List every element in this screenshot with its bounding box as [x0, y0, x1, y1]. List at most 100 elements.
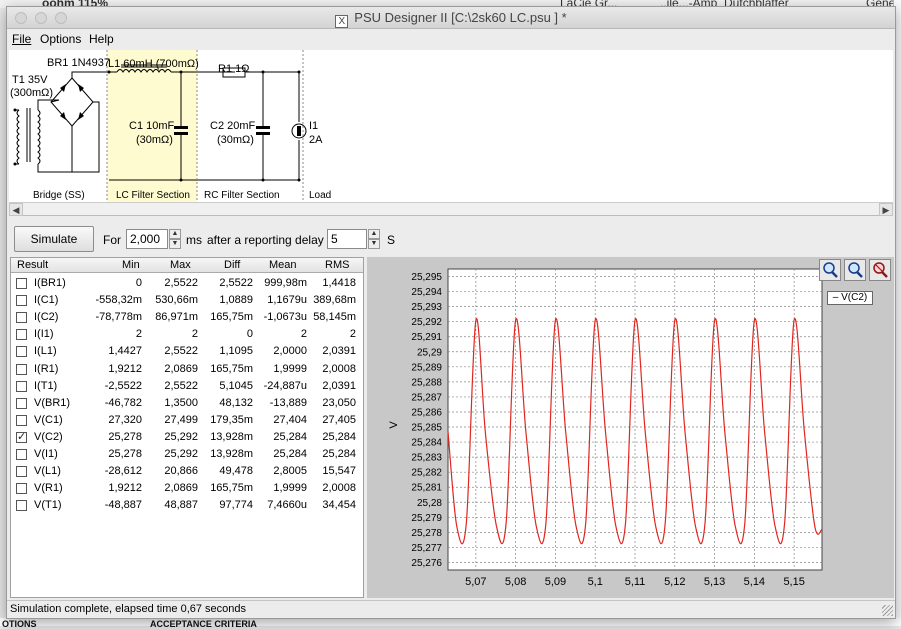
result-name: I(BR1): [34, 277, 66, 289]
menu-options[interactable]: Options: [40, 32, 81, 46]
table-row[interactable]: ✓ V(C2) 25,278 25,292 13,928m 25,284 25,284: [11, 429, 363, 446]
app-window: X PSU Designer II [C:\2sk60 LC.psu ] * Fi…: [6, 6, 896, 619]
result-checkbox[interactable]: [16, 500, 27, 512]
scroll-left-arrow-icon[interactable]: ◀: [9, 203, 23, 216]
table-row[interactable]: I(R1) 1,9212 2,0869 165,75m 1,9999 2,0008: [11, 361, 363, 378]
result-diff: 48,132: [219, 396, 253, 409]
table-row[interactable]: I(T1) -2,5522 2,5522 5,1045 -24,887u 2,0391: [11, 378, 363, 395]
table-row[interactable]: V(I1) 25,278 25,292 13,928m 25,284 25,284: [11, 446, 363, 463]
col-header-max[interactable]: Max: [170, 259, 191, 271]
table-row[interactable]: V(R1) 1,9212 2,0869 165,75m 1,9999 2,0008: [11, 480, 363, 497]
result-mean: 25,284: [273, 448, 307, 460]
results-header: Result Min Max Diff Mean RMS: [11, 258, 363, 273]
result-checkbox[interactable]: [16, 363, 27, 375]
background-bottom: OTIONS ACCEPTANCE CRITERIA: [0, 618, 901, 629]
duration-spinner[interactable]: ▲ ▼: [169, 229, 181, 249]
result-diff: 0: [246, 328, 253, 341]
seconds-label: S: [387, 233, 396, 247]
i1-value: 2A: [309, 134, 323, 146]
col-header-result[interactable]: Result: [17, 259, 48, 271]
result-min: -2,5522: [104, 379, 142, 392]
col-header-rms[interactable]: RMS: [325, 259, 349, 271]
table-row[interactable]: V(L1) -28,612 20,866 49,478 2,8005 15,547: [11, 463, 363, 480]
spin-down-icon[interactable]: ▼: [169, 239, 181, 249]
x-tick-label: 5,13: [704, 576, 725, 588]
result-max: 1,3500: [164, 396, 198, 409]
result-checkbox[interactable]: [16, 346, 27, 358]
menu-bar: File Options Help: [7, 30, 895, 48]
result-max: 2,5522: [164, 379, 198, 392]
table-row[interactable]: I(BR1) 0 2,5522 2,5522 999,98m 1,4418: [11, 275, 363, 292]
zoom-window-button[interactable]: [55, 12, 67, 24]
result-max: 86,971m: [155, 311, 198, 324]
minimize-window-button[interactable]: [35, 12, 47, 24]
window-title: PSU Designer II [C:\2sk60 LC.psu ] *: [354, 10, 567, 25]
y-tick-label: 25,291: [411, 332, 442, 343]
transformer-primary-coil: [16, 109, 20, 165]
spin-up-icon[interactable]: ▲: [368, 229, 380, 239]
duration-input[interactable]: 2,000: [126, 229, 168, 249]
menu-file[interactable]: File: [12, 32, 31, 46]
col-header-mean[interactable]: Mean: [269, 259, 297, 271]
scroll-right-arrow-icon[interactable]: ▶: [879, 203, 893, 216]
simulate-button[interactable]: Simulate: [14, 226, 94, 252]
t1-label: T1 35V: [12, 74, 48, 86]
result-min: 1,9212: [108, 482, 142, 495]
section-label-lc: LC Filter Section: [116, 190, 190, 201]
result-max: 2,0869: [164, 482, 198, 495]
result-checkbox[interactable]: ✓: [16, 431, 27, 443]
result-name: I(I1): [34, 328, 54, 341]
table-row[interactable]: V(T1) -48,887 48,887 97,774 7,4660u 34,454: [11, 497, 363, 514]
result-checkbox[interactable]: [16, 483, 27, 495]
x-tick-label: 5,15: [783, 576, 804, 588]
result-checkbox[interactable]: [16, 380, 27, 392]
result-checkbox[interactable]: [16, 278, 27, 289]
result-rms: 34,454: [322, 499, 356, 512]
result-min: -48,887: [104, 499, 142, 512]
app-icon: X: [335, 15, 349, 28]
menu-help[interactable]: Help: [89, 32, 114, 46]
delay-spinner[interactable]: ▲ ▼: [368, 229, 380, 249]
col-header-diff[interactable]: Diff: [224, 259, 240, 271]
y-tick-label: 25,286: [411, 407, 442, 418]
simulation-toolbar: Simulate For 2,000 ▲ ▼ ms after a reporti…: [7, 217, 895, 259]
delay-input[interactable]: 5: [327, 229, 367, 249]
title-bar[interactable]: X PSU Designer II [C:\2sk60 LC.psu ] *: [7, 7, 895, 29]
voltage-chart[interactable]: 25,276 25,277 25,278 25,279 25,28 25,281 25,28…: [367, 257, 894, 598]
result-checkbox[interactable]: [16, 295, 27, 307]
result-checkbox[interactable]: [16, 329, 27, 341]
table-row[interactable]: I(L1) 1,4427 2,5522 1,1095 2,0000 2,0391: [11, 343, 363, 360]
result-checkbox[interactable]: [16, 397, 27, 409]
zoom-out-button[interactable]: [844, 259, 866, 281]
spin-down-icon[interactable]: ▼: [368, 239, 380, 249]
table-row[interactable]: V(BR1) -46,782 1,3500 48,132 -13,889 23,050: [11, 395, 363, 412]
result-name: V(L1): [34, 465, 61, 478]
result-rms: 23,050: [322, 396, 356, 409]
y-tick-label: 25,28: [417, 498, 442, 509]
table-row[interactable]: I(C1) -558,32m 530,66m 1,0889 1,1679u 389,68m: [11, 292, 363, 309]
spin-up-icon[interactable]: ▲: [169, 229, 181, 239]
result-min: -46,782: [104, 396, 142, 409]
result-checkbox[interactable]: [16, 312, 27, 324]
result-name: I(C1): [34, 294, 59, 307]
result-mean: -1,0673u: [263, 311, 307, 324]
col-header-min[interactable]: Min: [122, 259, 140, 271]
zoom-in-button[interactable]: [819, 259, 841, 281]
chart-legend: – V(C2): [827, 291, 873, 305]
result-min: -78,778m: [95, 311, 142, 324]
schematic-horizontal-scrollbar[interactable]: ◀ ▶: [9, 202, 893, 216]
result-diff: 5,1045: [219, 379, 253, 392]
close-window-button[interactable]: [15, 12, 27, 24]
result-min: 2: [135, 328, 142, 341]
result-checkbox[interactable]: [16, 466, 27, 478]
result-checkbox[interactable]: [16, 449, 27, 460]
result-name: V(C2): [34, 430, 63, 443]
result-checkbox[interactable]: [16, 414, 27, 426]
table-row[interactable]: I(C2) -78,778m 86,971m 165,75m -1,0673u 58,14…: [11, 309, 363, 326]
resize-grip-icon[interactable]: [882, 605, 893, 616]
status-bar: Simulation complete, elapsed time 0,67 s…: [7, 600, 895, 618]
x-tick-label: 5,14: [744, 576, 765, 588]
zoom-reset-button[interactable]: [869, 259, 891, 281]
table-row[interactable]: V(C1) 27,320 27,499 179,35m 27,404 27,405: [11, 412, 363, 429]
table-row[interactable]: I(I1) 2 2 0 2 2: [11, 326, 363, 343]
